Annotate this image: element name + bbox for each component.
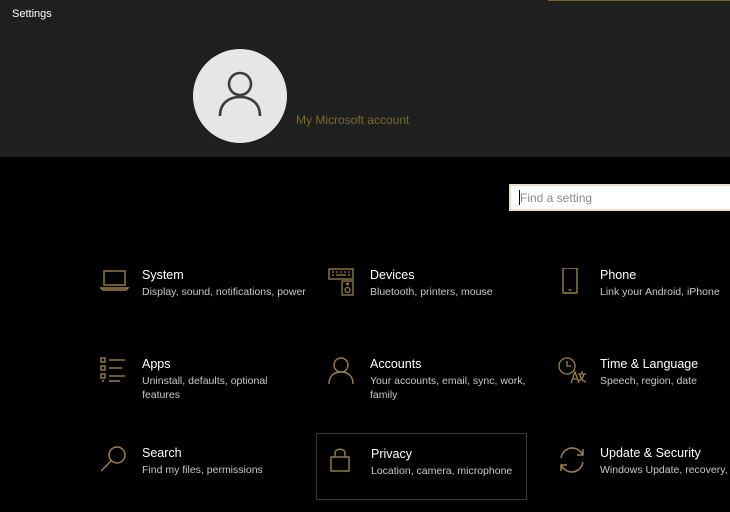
magnifier-icon (100, 446, 130, 476)
category-system-description: Display, sound, notifications, power (142, 286, 306, 298)
category-privacy-description: Location, camera, microphone (371, 465, 513, 477)
category-accounts-name: Accounts (370, 357, 422, 371)
account-header: Settings My Microsoft account (0, 0, 730, 157)
category-system-name: System (142, 268, 184, 282)
category-privacy-name: Privacy (371, 447, 412, 461)
category-devices[interactable]: Devices Bluetooth, printers, mouse (328, 268, 538, 334)
user-icon (217, 70, 263, 123)
category-phone-description: Link your Android, iPhone (600, 286, 720, 298)
person-icon (328, 357, 358, 387)
my-microsoft-account-link[interactable]: My Microsoft account (296, 113, 409, 127)
category-phone-name: Phone (600, 268, 637, 282)
search-input[interactable] (511, 186, 730, 209)
sync-arrows-icon (558, 446, 588, 476)
category-devices-name: Devices (370, 268, 415, 282)
keyboard-speaker-icon (328, 268, 358, 298)
window-title: Settings (12, 8, 52, 20)
lock-icon (329, 446, 359, 476)
category-phone[interactable]: Phone Link your Android, iPhone (558, 268, 730, 334)
search-box[interactable] (509, 184, 730, 211)
phone-icon (558, 268, 588, 298)
category-apps-description: Uninstall, defaults, optional features (142, 375, 268, 401)
category-update-security-description: Windows Update, recovery, backup (600, 464, 730, 476)
category-time-language-description: Speech, region, date (600, 375, 697, 387)
category-search-description: Find my files, permissions (142, 464, 263, 476)
category-time-language[interactable]: Time & Language Speech, region, date (558, 357, 730, 423)
category-update-security-name: Update & Security (600, 446, 701, 460)
category-privacy[interactable]: Privacy Location, camera, microphone (316, 433, 527, 500)
category-time-language-name: Time & Language (600, 357, 699, 371)
category-search[interactable]: Search Find my files, permissions (100, 446, 310, 512)
category-accounts[interactable]: Accounts Your accounts, email, sync, wor… (328, 357, 538, 423)
category-search-name: Search (142, 446, 182, 460)
time-language-icon (558, 357, 588, 387)
category-apps-name: Apps (142, 357, 171, 371)
category-apps[interactable]: Apps Uninstall, defaults, optional featu… (100, 357, 310, 423)
category-devices-description: Bluetooth, printers, mouse (370, 286, 493, 298)
category-accounts-description: Your accounts, email, sync, work, family (370, 375, 526, 401)
avatar (193, 49, 287, 143)
laptop-icon (100, 268, 130, 298)
text-cursor (519, 190, 520, 205)
apps-list-icon (100, 357, 130, 387)
category-update-security[interactable]: Update & Security Windows Update, recove… (558, 446, 730, 512)
header-accent-line (548, 0, 730, 1)
category-system[interactable]: System Display, sound, notifications, po… (100, 268, 310, 334)
